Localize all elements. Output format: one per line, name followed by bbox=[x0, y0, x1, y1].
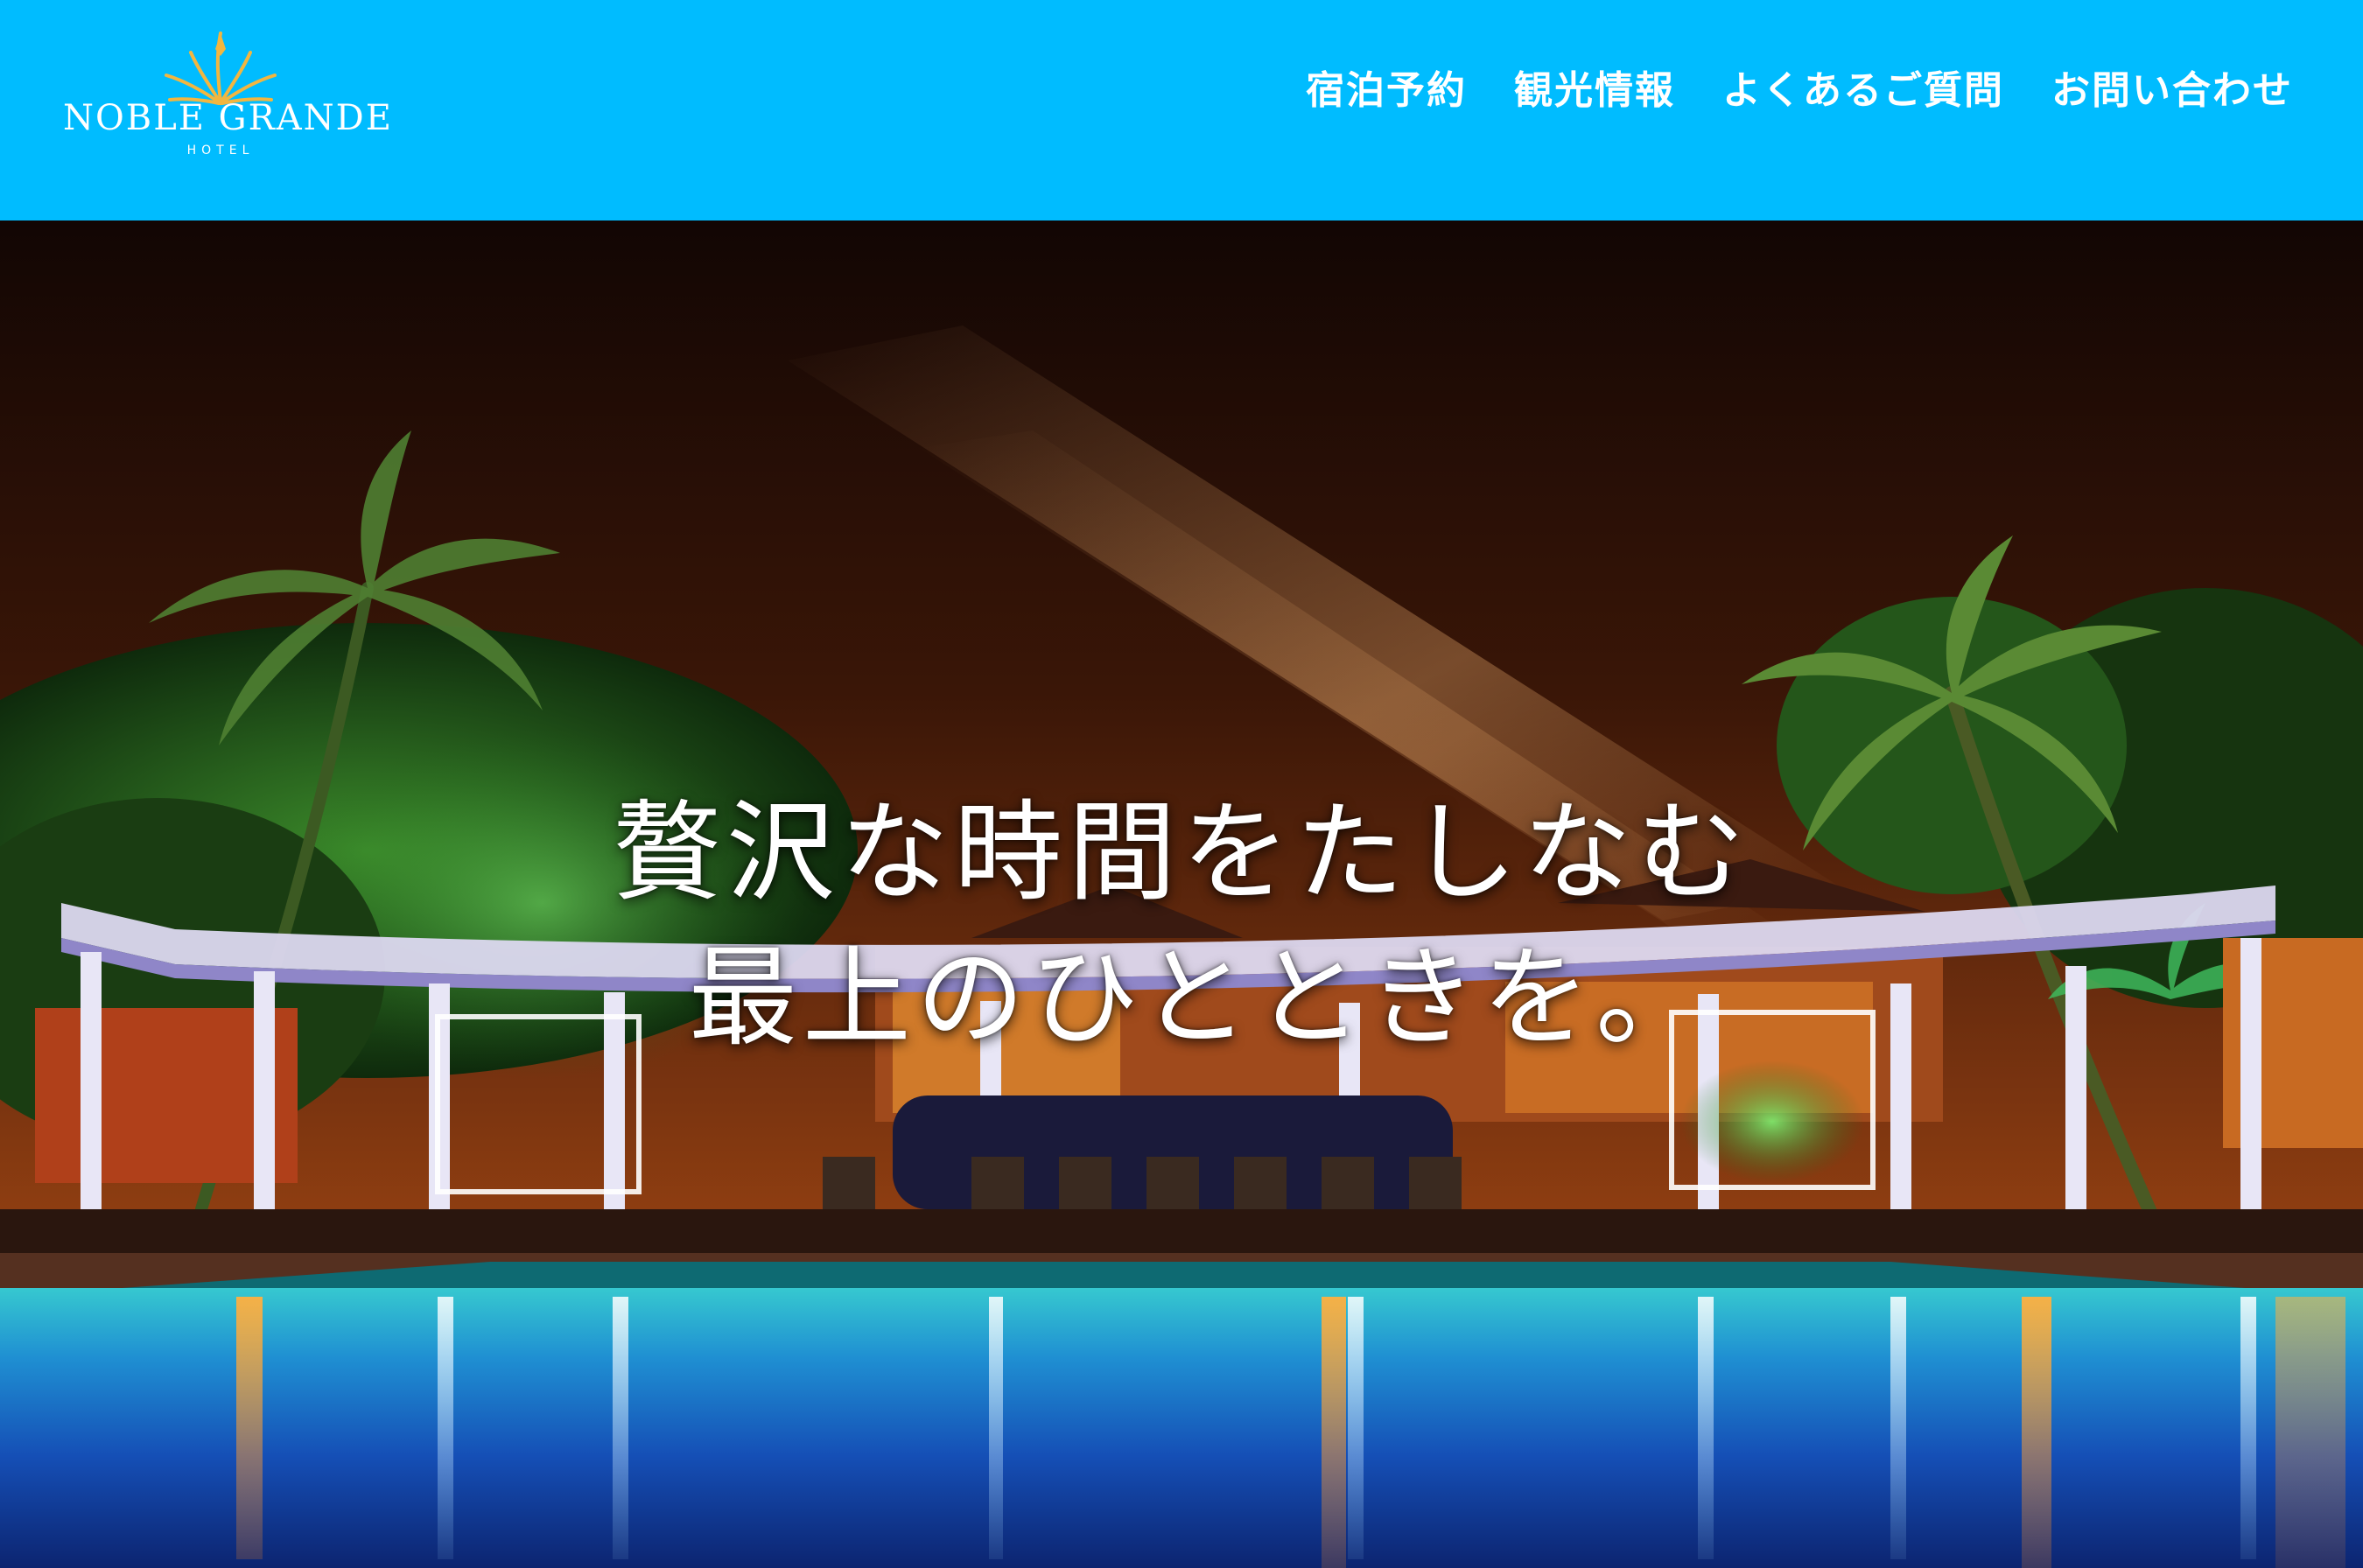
hero-section: 贅沢な時間をたしなむ 最上のひとときを。 bbox=[0, 220, 2363, 1568]
logo-subtitle: HOTEL bbox=[186, 144, 255, 158]
nav-item-contact[interactable]: お問い合わせ bbox=[2051, 63, 2293, 119]
nav-item-sightseeing[interactable]: 観光情報 bbox=[1514, 63, 1675, 119]
palm-leaf-icon bbox=[165, 32, 277, 105]
hero-copy: 贅沢な時間をたしなむ 最上のひとときを。 bbox=[0, 780, 2363, 1071]
site-header: NOBLE GRANDE HOTEL 宿泊予約 観光情報 よくあるご質問 お問い… bbox=[0, 0, 2363, 220]
nav-item-reservation[interactable]: 宿泊予約 bbox=[1306, 63, 1467, 119]
hotel-logo[interactable]: NOBLE GRANDE HOTEL bbox=[63, 30, 393, 170]
nav-item-faq[interactable]: よくあるご質問 bbox=[1722, 63, 2004, 119]
hero-headline-line-2: 最上のひとときを。 bbox=[688, 935, 1710, 1061]
main-nav: 宿泊予約 観光情報 よくあるご質問 お問い合わせ bbox=[1306, 63, 2293, 119]
logo-name: NOBLE GRANDE bbox=[63, 98, 393, 138]
hero-headline-line-1: 贅沢な時間をたしなむ bbox=[612, 790, 1750, 916]
